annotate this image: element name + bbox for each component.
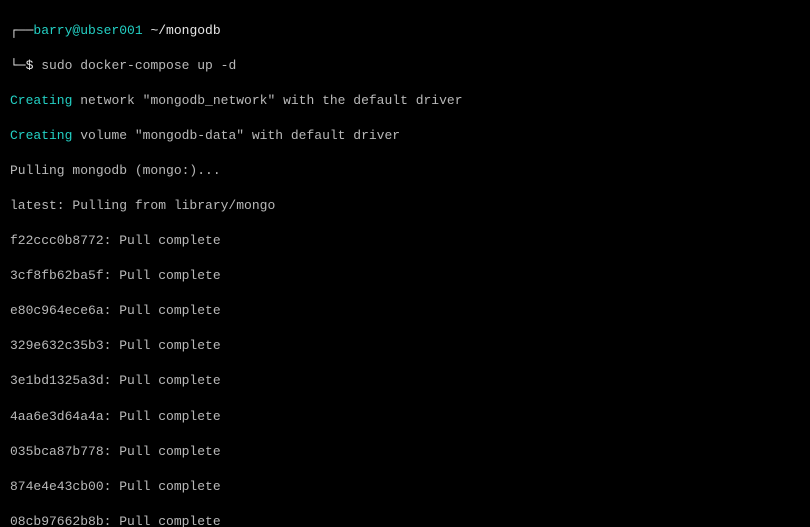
line-3: Creating volume "mongodb-data" with defa… xyxy=(10,127,804,145)
line-8: e80c964ece6a: Pull complete xyxy=(10,302,804,320)
line-6: f22ccc0b8772: Pull complete xyxy=(10,232,804,250)
line-7: 3cf8fb62ba5f: Pull complete xyxy=(10,267,804,285)
line-14: 08cb97662b8b: Pull complete xyxy=(10,513,804,527)
line-1: └─$ sudo docker-compose up -d xyxy=(10,57,804,75)
line-12: 035bca87b778: Pull complete xyxy=(10,443,804,461)
line-2: Creating network "mongodb_network" with … xyxy=(10,92,804,110)
line-9: 329e632c35b3: Pull complete xyxy=(10,337,804,355)
terminal-output: ┌──barry@ubser001 ~/mongodb └─$ sudo doc… xyxy=(0,0,810,527)
line-0: ┌──barry@ubser001 ~/mongodb xyxy=(10,22,804,40)
line-11: 4aa6e3d64a4a: Pull complete xyxy=(10,408,804,426)
line-13: 874e4e43cb00: Pull complete xyxy=(10,478,804,496)
line-5: latest: Pulling from library/mongo xyxy=(10,197,804,215)
line-4: Pulling mongodb (mongo:)... xyxy=(10,162,804,180)
line-10: 3e1bd1325a3d: Pull complete xyxy=(10,372,804,390)
